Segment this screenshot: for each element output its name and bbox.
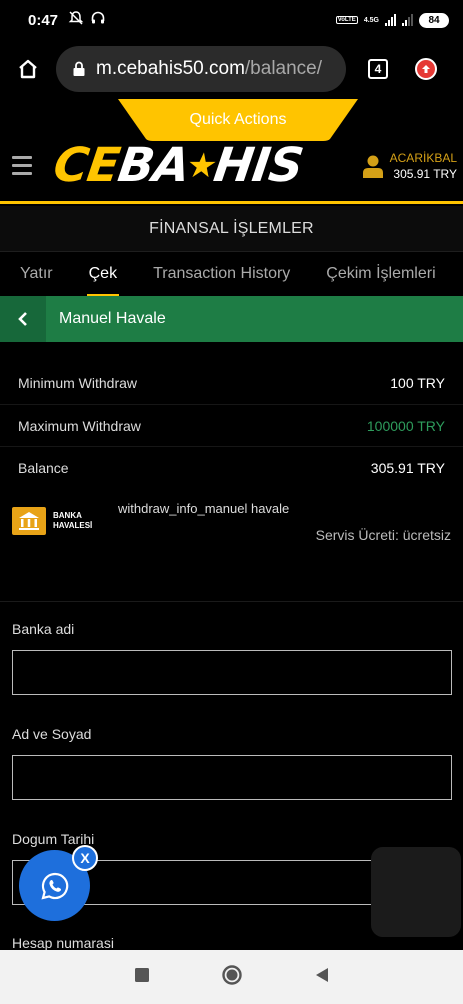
logo-suffix-1: BA xyxy=(114,138,193,193)
info-row-max: Maximum Withdraw 100000 TRY xyxy=(0,404,463,446)
tab-withdraw[interactable]: Çek xyxy=(86,252,120,296)
logo-suffix-2: HIS xyxy=(210,138,306,193)
url-path: /balance/ xyxy=(244,57,323,79)
recents-button[interactable] xyxy=(134,967,149,987)
update-button[interactable] xyxy=(415,57,437,80)
back-nav-button[interactable] xyxy=(315,967,329,988)
url-host: m.cebahis50.com xyxy=(96,57,245,79)
volte-icon: VoLTE xyxy=(335,16,358,24)
tab-transaction-history[interactable]: Transaction History xyxy=(153,252,290,296)
info-row-min: Minimum Withdraw 100 TRY xyxy=(0,362,463,404)
quick-actions-tab[interactable]: Quick Actions xyxy=(118,99,358,141)
min-value: 100 TRY xyxy=(390,375,445,391)
max-label: Maximum Withdraw xyxy=(18,417,141,434)
full-name-label: Ad ve Soyad xyxy=(12,726,92,742)
signal-icon xyxy=(385,14,396,26)
battery-icon: 84 xyxy=(419,12,449,28)
user-account[interactable]: ACARİKBAL 305.91 TRY xyxy=(362,151,457,181)
section-header: Manuel Havale xyxy=(0,296,463,342)
max-value: 100000 TRY xyxy=(366,417,445,434)
home-icon xyxy=(19,59,37,78)
lock-icon xyxy=(73,61,85,76)
method-name: withdraw_info_manuel havale xyxy=(118,501,290,516)
payment-method: BANKA HAVALESİ withdraw_info_manuel hava… xyxy=(0,500,463,602)
signal-icon-2 xyxy=(402,14,413,26)
section-title: Manuel Havale xyxy=(59,310,166,327)
full-name-input[interactable] xyxy=(12,755,452,800)
menu-icon[interactable] xyxy=(12,156,32,175)
finance-tabs: Yatır Çek Transaction History Çekim İşle… xyxy=(0,252,463,296)
username: ACARİKBAL xyxy=(389,150,457,165)
cebahis-logo[interactable]: CE BA ★ HIS xyxy=(50,138,306,193)
service-fee: Servis Ücreti: ücretsiz xyxy=(315,527,451,543)
logo-prefix: CE xyxy=(50,138,123,193)
method-badge-line1: BANKA xyxy=(53,511,82,520)
header-balance: 305.91 TRY xyxy=(393,166,457,181)
browser-toolbar: m.cebahis50.com/balance/ 4 xyxy=(0,40,463,97)
user-icon xyxy=(362,155,383,178)
triangle-back-icon xyxy=(315,967,328,982)
account-number-label: Hesap numarasi xyxy=(12,935,114,951)
quick-actions-label: Quick Actions xyxy=(189,111,287,128)
headset-icon xyxy=(90,10,106,31)
method-badge-line2: HAVALESİ xyxy=(53,521,93,530)
bank-name-input[interactable] xyxy=(12,650,452,695)
whatsapp-icon xyxy=(40,872,68,900)
android-nav-bar xyxy=(0,950,463,1004)
withdraw-limits: Minimum Withdraw 100 TRY Maximum Withdra… xyxy=(0,362,463,488)
min-label: Minimum Withdraw xyxy=(18,375,138,391)
tab-switcher-button[interactable]: 4 xyxy=(368,58,388,79)
address-bar[interactable]: m.cebahis50.com/balance/ xyxy=(56,45,346,92)
method-badge-label: BANKA HAVALESİ xyxy=(53,511,92,531)
tab-withdraw-transactions[interactable]: Çekim İşlemleri xyxy=(326,252,435,296)
chevron-left-icon xyxy=(18,312,27,326)
chat-widget[interactable] xyxy=(371,847,461,937)
back-button[interactable] xyxy=(0,296,46,342)
square-icon xyxy=(134,967,149,982)
circle-icon xyxy=(221,964,242,985)
home-nav-button[interactable] xyxy=(221,964,242,990)
info-row-balance: Balance 305.91 TRY xyxy=(0,446,463,488)
site-header: CE BA ★ HIS ACARİKBAL 305.91 TRY xyxy=(0,130,463,204)
page-title: FİNANSAL İŞLEMLER xyxy=(0,206,463,252)
bank-name-label: Banka adi xyxy=(12,621,75,637)
balance-label: Balance xyxy=(18,459,69,476)
balance-value: 305.91 TRY xyxy=(370,459,445,476)
bank-icon xyxy=(12,507,46,535)
status-bar: 0:47 VoLTE 4.5G 84 xyxy=(0,0,463,40)
status-time: 0:47 xyxy=(28,11,59,29)
home-button[interactable] xyxy=(0,57,56,81)
arrow-up-icon xyxy=(422,64,430,73)
muted-notification-icon xyxy=(68,10,84,31)
whatsapp-close-button[interactable]: X xyxy=(72,845,98,871)
tab-deposit[interactable]: Yatır xyxy=(20,252,53,296)
network-type: 4.5G xyxy=(363,16,379,24)
